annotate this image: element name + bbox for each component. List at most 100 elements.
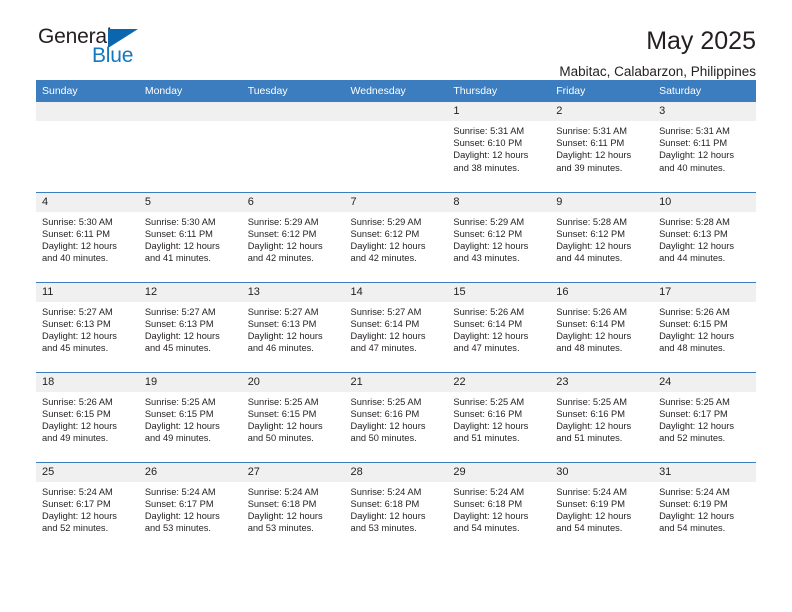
- day-info-line: Sunrise: 5:25 AM: [659, 396, 730, 407]
- calendar-week-row: 4 Sunrise: 5:30 AM Sunset: 6:11 PM Daylight…: [36, 191, 756, 282]
- day-number: 24: [653, 372, 756, 392]
- day-info-line: Sunset: 6:15 PM: [659, 318, 728, 329]
- day-info-line: and 45 minutes.: [42, 343, 109, 354]
- day-info-line: Sunset: 6:15 PM: [247, 408, 317, 419]
- calendar-day-cell[interactable]: 14 Sunrise: 5:27 AM Sunset: 6:14 PM Dayligh…: [344, 281, 448, 372]
- calendar-day-cell[interactable]: 3 Sunrise: 5:31 AM Sunset: 6:11 PM Daylight…: [653, 102, 756, 192]
- day-info-line: Sunset: 6:11 PM: [659, 138, 728, 149]
- calendar-day-cell[interactable]: 6 Sunrise: 5:29 AM Sunset: 6:12 PM Daylight…: [241, 191, 345, 282]
- day-info-line: and 47 minutes.: [350, 343, 417, 354]
- day-info-line: Daylight: 12 hours: [659, 330, 734, 341]
- page-title: May 2025: [646, 27, 756, 55]
- day-info-line: Sunrise: 5:28 AM: [659, 216, 730, 227]
- day-sun-info: Sunrise: 5:24 AM Sunset: 6:19 PM Daylight:…: [653, 482, 756, 535]
- logo-text-blue: Blue: [92, 44, 134, 67]
- day-info-line: Sunset: 6:14 PM: [453, 318, 523, 329]
- calendar-day-cell[interactable]: 9 Sunrise: 5:28 AM Sunset: 6:12 PM Daylight…: [550, 191, 654, 282]
- calendar-day-cell[interactable]: 29 Sunrise: 5:24 AM Sunset: 6:18 PM Dayligh…: [447, 461, 551, 552]
- day-sun-info: Sunrise: 5:28 AM Sunset: 6:12 PM Daylight:…: [550, 212, 653, 265]
- calendar-day-cell[interactable]: 17 Sunrise: 5:26 AM Sunset: 6:15 PM Dayligh…: [653, 281, 756, 372]
- calendar-day-cell[interactable]: 10 Sunrise: 5:28 AM Sunset: 6:13 PM Dayligh…: [653, 191, 756, 282]
- calendar-day-cell[interactable]: 21 Sunrise: 5:25 AM Sunset: 6:16 PM Dayligh…: [344, 371, 448, 462]
- day-sun-info: Sunrise: 5:25 AM Sunset: 6:15 PM Daylight:…: [242, 392, 345, 445]
- page-header: General Blue May 2025 Mabitac, Calabarzo…: [36, 0, 756, 79]
- day-info-line: Daylight: 12 hours: [453, 330, 529, 341]
- day-info-line: Daylight: 12 hours: [556, 240, 632, 251]
- calendar-day-cell[interactable]: 19 Sunrise: 5:25 AM Sunset: 6:15 PM Dayligh…: [138, 371, 242, 462]
- calendar-day-cell[interactable]: 20 Sunrise: 5:25 AM Sunset: 6:15 PM Dayligh…: [241, 371, 345, 462]
- day-sun-info: Sunrise: 5:31 AM Sunset: 6:11 PM Daylight:…: [550, 121, 653, 174]
- calendar-day-cell[interactable]: 1 Sunrise: 5:31 AM Sunset: 6:10 PM Daylight…: [447, 102, 551, 192]
- day-info-line: and 50 minutes.: [350, 433, 417, 444]
- calendar-day-cell[interactable]: 16 Sunrise: 5:26 AM Sunset: 6:14 PM Dayligh…: [550, 281, 654, 372]
- calendar-day-cell[interactable]: 7 Sunrise: 5:29 AM Sunset: 6:12 PM Daylight…: [344, 191, 448, 282]
- calendar-day-cell[interactable]: 28 Sunrise: 5:24 AM Sunset: 6:18 PM Dayligh…: [344, 461, 448, 552]
- calendar-day-cell[interactable]: 8 Sunrise: 5:29 AM Sunset: 6:12 PM Daylight…: [447, 191, 551, 282]
- calendar-day-cell[interactable]: 15 Sunrise: 5:26 AM Sunset: 6:14 PM Dayligh…: [447, 281, 551, 372]
- day-info-line: and 48 minutes.: [659, 343, 726, 354]
- day-info-line: Daylight: 12 hours: [453, 510, 529, 521]
- day-info-line: Sunset: 6:11 PM: [42, 228, 111, 239]
- day-info-line: Sunset: 6:10 PM: [453, 138, 523, 149]
- calendar-day-cell[interactable]: 25 Sunrise: 5:24 AM Sunset: 6:17 PM Dayligh…: [36, 461, 139, 552]
- calendar-day-cell[interactable]: 30 Sunrise: 5:24 AM Sunset: 6:19 PM Dayligh…: [550, 461, 654, 552]
- day-number: 20: [241, 372, 345, 392]
- calendar-day-cell[interactable]: 12 Sunrise: 5:27 AM Sunset: 6:13 PM Dayligh…: [138, 281, 242, 372]
- day-info-line: Daylight: 12 hours: [659, 240, 734, 251]
- calendar-day-cell[interactable]: 2 Sunrise: 5:31 AM Sunset: 6:11 PM Daylight…: [550, 102, 654, 192]
- day-info-line: Sunrise: 5:26 AM: [659, 306, 730, 317]
- weekday-header-monday: Monday: [138, 80, 242, 102]
- day-info-line: Sunset: 6:16 PM: [350, 408, 420, 419]
- calendar-day-cell[interactable]: 11 Sunrise: 5:27 AM Sunset: 6:13 PM Dayligh…: [36, 281, 139, 372]
- calendar-day-cell[interactable]: 26 Sunrise: 5:24 AM Sunset: 6:17 PM Dayligh…: [138, 461, 242, 552]
- calendar-grid: Sunday Monday Tuesday Wednesday Thursday Frid…: [36, 80, 756, 552]
- calendar-day-cell[interactable]: 27 Sunrise: 5:24 AM Sunset: 6:18 PM Dayligh…: [241, 461, 345, 552]
- day-info-line: Sunrise: 5:24 AM: [659, 486, 730, 497]
- day-info-line: Daylight: 12 hours: [144, 420, 220, 431]
- calendar-day-cell[interactable]: 4 Sunrise: 5:30 AM Sunset: 6:11 PM Daylight…: [36, 191, 139, 282]
- day-number: 5: [138, 192, 242, 212]
- day-info-line: and 53 minutes.: [350, 523, 417, 534]
- day-info-line: and 49 minutes.: [144, 433, 211, 444]
- calendar-day-cell[interactable]: 31 Sunrise: 5:24 AM Sunset: 6:19 PM Dayligh…: [653, 461, 756, 552]
- calendar-page: General Blue May 2025 Mabitac, Calabarzo…: [0, 0, 792, 612]
- day-info-line: Sunrise: 5:31 AM: [659, 126, 730, 136]
- day-number: 4: [36, 192, 139, 212]
- day-info-line: Daylight: 12 hours: [42, 330, 117, 341]
- day-info-line: Daylight: 12 hours: [144, 330, 220, 341]
- day-number: 29: [447, 462, 551, 482]
- day-info-line: Sunrise: 5:26 AM: [42, 396, 113, 407]
- calendar-day-cell[interactable]: 5 Sunrise: 5:30 AM Sunset: 6:11 PM Daylight…: [138, 191, 242, 282]
- day-info-line: Sunset: 6:17 PM: [659, 408, 728, 419]
- day-info-line: and 52 minutes.: [659, 433, 726, 444]
- calendar-day-cell[interactable]: 13 Sunrise: 5:27 AM Sunset: 6:13 PM Dayligh…: [241, 281, 345, 372]
- day-info-line: Sunset: 6:16 PM: [453, 408, 523, 419]
- day-number: 6: [241, 192, 345, 212]
- day-sun-info: Sunrise: 5:24 AM Sunset: 6:18 PM Daylight:…: [447, 482, 550, 535]
- day-sun-info: Sunrise: 5:24 AM Sunset: 6:18 PM Daylight:…: [345, 482, 448, 535]
- day-info-line: Sunset: 6:15 PM: [144, 408, 214, 419]
- calendar-day-cell[interactable]: 18 Sunrise: 5:26 AM Sunset: 6:15 PM Dayligh…: [36, 371, 139, 462]
- weekday-header-tuesday: Tuesday: [241, 80, 345, 102]
- calendar-day-cell[interactable]: 24 Sunrise: 5:25 AM Sunset: 6:17 PM Dayligh…: [653, 371, 756, 462]
- day-info-line: Sunrise: 5:26 AM: [556, 306, 628, 317]
- day-sun-info: Sunrise: 5:31 AM Sunset: 6:10 PM Daylight:…: [447, 121, 550, 174]
- day-number: [138, 102, 242, 121]
- day-sun-info: Sunrise: 5:30 AM Sunset: 6:11 PM Daylight:…: [139, 212, 242, 265]
- day-info-line: Sunrise: 5:24 AM: [42, 486, 113, 497]
- day-info-line: and 47 minutes.: [453, 343, 520, 354]
- calendar-day-cell[interactable]: 22 Sunrise: 5:25 AM Sunset: 6:16 PM Dayligh…: [447, 371, 551, 462]
- day-sun-info: Sunrise: 5:27 AM Sunset: 6:14 PM Daylight:…: [345, 302, 448, 355]
- day-info-line: Sunset: 6:12 PM: [556, 228, 625, 239]
- day-info-line: Sunrise: 5:26 AM: [453, 306, 525, 317]
- calendar-day-cell-empty: [344, 102, 448, 192]
- day-info-line: Sunset: 6:12 PM: [247, 228, 317, 239]
- day-info-line: and 51 minutes.: [556, 433, 623, 444]
- day-sun-info: Sunrise: 5:31 AM Sunset: 6:11 PM Daylight:…: [653, 121, 756, 174]
- day-info-line: Sunrise: 5:24 AM: [556, 486, 628, 497]
- calendar-week-row: 1 Sunrise: 5:31 AM Sunset: 6:10 PM Daylight…: [36, 102, 756, 192]
- day-info-line: Daylight: 12 hours: [350, 330, 426, 341]
- day-info-line: Sunrise: 5:25 AM: [350, 396, 422, 407]
- calendar-week-row: 11 Sunrise: 5:27 AM Sunset: 6:13 PM Dayligh…: [36, 281, 756, 372]
- calendar-day-cell[interactable]: 23 Sunrise: 5:25 AM Sunset: 6:16 PM Dayligh…: [550, 371, 654, 462]
